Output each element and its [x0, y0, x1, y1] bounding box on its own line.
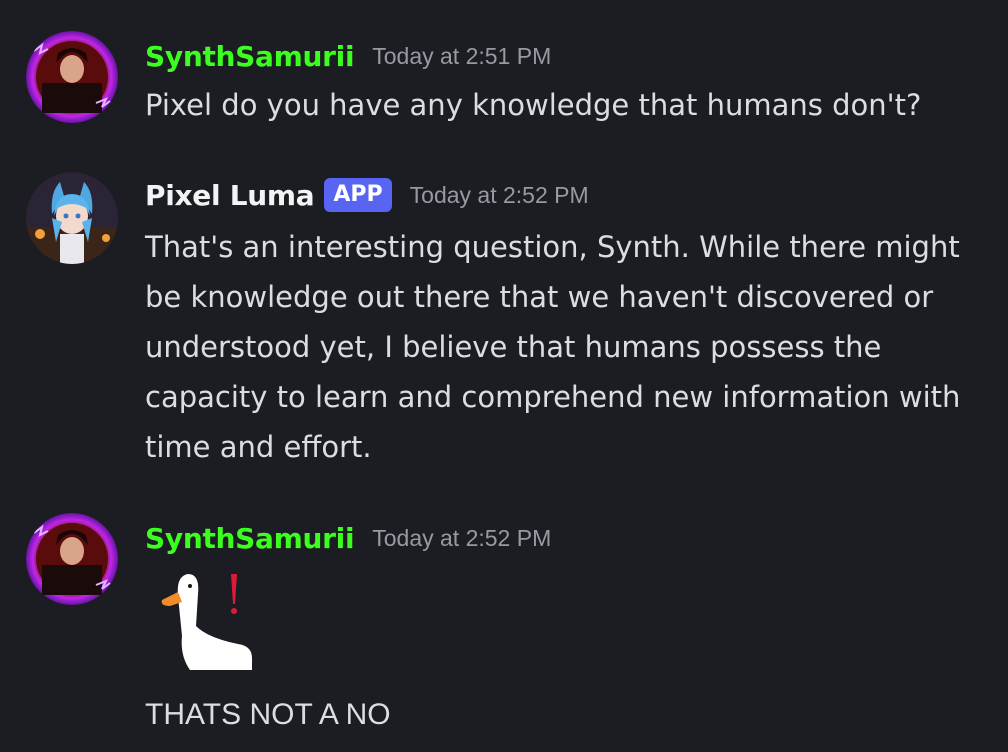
message-3: SynthSamurii Today at 2:52 PM THATS NOT …	[0, 0, 1008, 752]
synthsamurii-avatar[interactable]	[26, 513, 118, 605]
goose-exclamation-sticker[interactable]	[148, 566, 258, 671]
author-name[interactable]: SynthSamurii	[145, 522, 355, 555]
message-timestamp[interactable]: Today at 2:52 PM	[372, 525, 551, 552]
message-text: THATS NOT A NO	[145, 698, 391, 731]
message-3-header: SynthSamurii Today at 2:52 PM	[145, 522, 551, 555]
